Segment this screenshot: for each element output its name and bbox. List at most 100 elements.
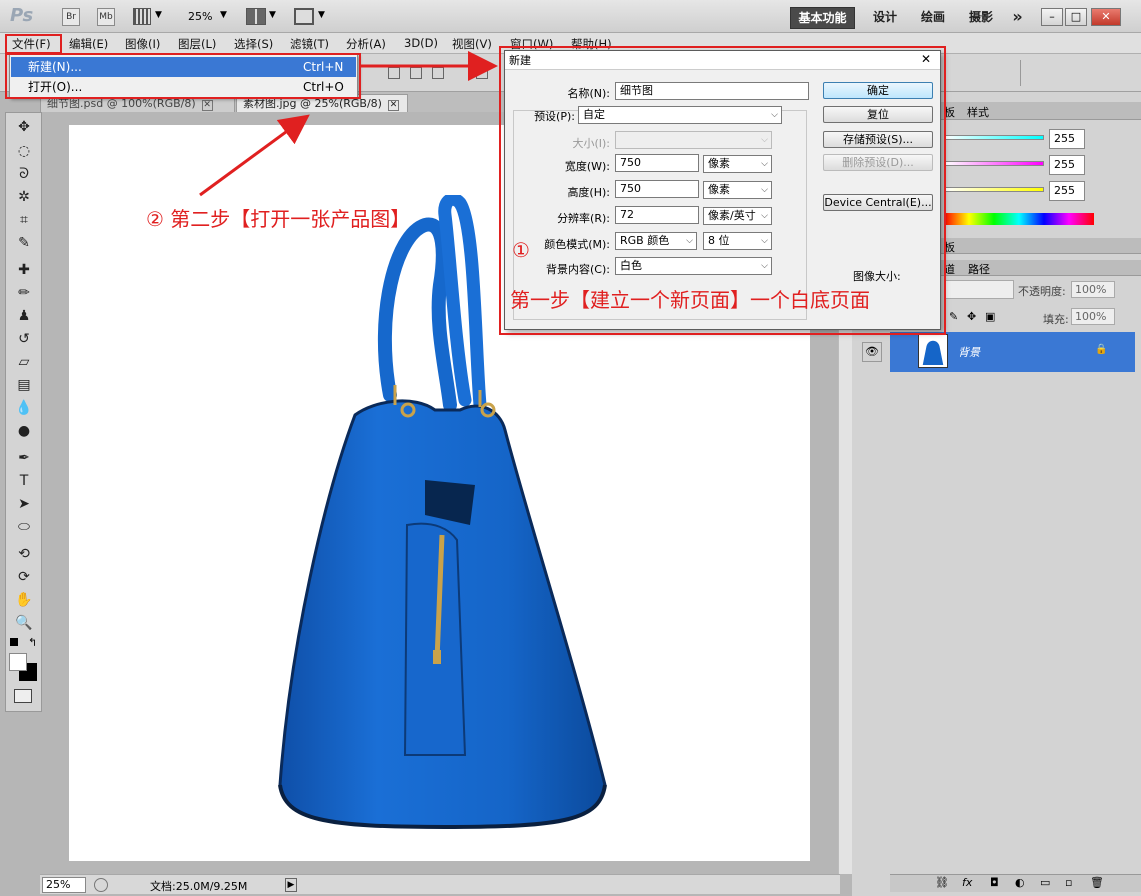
screen-mode-icon[interactable]: [294, 8, 314, 25]
tab-styles[interactable]: 样式: [967, 104, 989, 120]
menu-edit[interactable]: 编辑(E): [69, 36, 108, 52]
eyedropper-tool-icon[interactable]: ✎: [12, 232, 36, 254]
crop-tool-icon[interactable]: ⌗: [12, 209, 36, 231]
blue-slider[interactable]: [944, 187, 1044, 192]
menu-view[interactable]: 视图(V): [452, 36, 492, 52]
close-window-button[interactable]: ✕: [1091, 8, 1121, 26]
lock-brush-icon[interactable]: ✎: [949, 310, 958, 323]
menu-image[interactable]: 图像(I): [125, 36, 160, 52]
title-bar: Ps Br Mb ▼ 25% ▼ ▼ ▼ 基本功能 设计 绘画 摄影 » – □…: [0, 0, 1141, 33]
quick-mask-icon[interactable]: [14, 689, 32, 703]
layer-thumbnail: [918, 334, 948, 368]
blur-tool-icon[interactable]: 💧: [12, 397, 36, 419]
ellipse-tool-icon[interactable]: ⬭: [12, 516, 36, 538]
blue-value[interactable]: 255: [1049, 181, 1085, 201]
workspace-design[interactable]: 设计: [865, 7, 905, 29]
color-spectrum[interactable]: [944, 213, 1094, 225]
swap-colors-icon[interactable]: ↰: [28, 636, 37, 649]
trash-icon[interactable]: 🗑: [1090, 876, 1104, 889]
status-menu-arrow-icon[interactable]: ▶: [285, 878, 297, 892]
mini-bridge-button[interactable]: Mb: [97, 8, 115, 26]
chevron-down-icon[interactable]: ▼: [220, 10, 227, 20]
green-slider[interactable]: [944, 161, 1044, 166]
gradient-tool-icon[interactable]: ▤: [12, 374, 36, 396]
red-value[interactable]: 255: [1049, 129, 1085, 149]
menu-select[interactable]: 选择(S): [234, 36, 273, 52]
dodge-tool-icon[interactable]: ●: [12, 420, 36, 442]
fill-field[interactable]: 100%: [1071, 308, 1115, 325]
align-icon[interactable]: [388, 67, 400, 79]
menu-filter[interactable]: 滤镜(T): [290, 36, 329, 52]
align-icon[interactable]: [432, 67, 444, 79]
3d-orbit-tool-icon[interactable]: ⟳: [12, 566, 36, 588]
green-value[interactable]: 255: [1049, 155, 1085, 175]
3d-rotate-tool-icon[interactable]: ⟲: [12, 543, 36, 565]
status-bar: 25% 文档:25.0M/9.25M ▶: [40, 874, 840, 894]
blend-mode-select[interactable]: [944, 280, 1014, 299]
history-brush-tool-icon[interactable]: ↺: [12, 328, 36, 350]
zoom-level-select[interactable]: 25%: [188, 10, 212, 23]
zoom-tool-icon[interactable]: 🔍: [12, 612, 36, 634]
maximize-button[interactable]: □: [1065, 8, 1087, 26]
opacity-label: 不透明度:: [1018, 285, 1066, 298]
fill-label: 填充:: [1043, 313, 1069, 326]
layer-name: 背景: [958, 346, 980, 359]
bridge-button[interactable]: Br: [62, 8, 80, 26]
menu-3d[interactable]: 3D(D): [404, 36, 438, 50]
zoom-field[interactable]: 25%: [42, 877, 86, 893]
foreground-color-swatch[interactable]: [9, 653, 27, 671]
type-tool-icon[interactable]: T: [12, 470, 36, 492]
status-info-icon[interactable]: [94, 878, 108, 892]
step2-annotation: ② 第二步【打开一张产品图】: [146, 207, 411, 231]
adjustment-layer-icon[interactable]: ◐: [1015, 876, 1025, 889]
file-menu-items-highlight: [5, 53, 361, 99]
chevron-down-icon[interactable]: ▼: [318, 10, 325, 20]
default-colors-icon[interactable]: [10, 638, 18, 646]
minimize-button[interactable]: –: [1041, 8, 1063, 26]
move-tool-icon[interactable]: ✥: [12, 116, 36, 138]
fx-icon[interactable]: fx: [962, 876, 972, 889]
arrange-documents-icon[interactable]: [246, 8, 266, 25]
visibility-eye-icon[interactable]: 👁: [862, 342, 882, 362]
align-icon[interactable]: [410, 67, 422, 79]
eraser-tool-icon[interactable]: ▱: [12, 351, 36, 373]
workspace-painting[interactable]: 绘画: [913, 7, 953, 29]
healing-brush-tool-icon[interactable]: ✚: [12, 259, 36, 281]
file-menu-highlight: [5, 34, 62, 54]
view-extras-icon[interactable]: [133, 8, 151, 25]
pen-tool-icon[interactable]: ✒: [12, 447, 36, 469]
step1-circle: ①: [512, 238, 530, 262]
layer-row-background[interactable]: 👁 背景 🔒: [862, 332, 1135, 372]
add-mask-icon[interactable]: ◘: [990, 876, 999, 889]
workspace-essentials[interactable]: 基本功能: [790, 7, 855, 29]
menu-layer[interactable]: 图层(L): [178, 36, 216, 52]
quick-select-tool-icon[interactable]: ✲: [12, 186, 36, 208]
more-workspaces-icon[interactable]: »: [1005, 7, 1030, 29]
workspace-photography[interactable]: 摄影: [961, 7, 1001, 29]
hand-tool-icon[interactable]: ✋: [12, 589, 36, 611]
group-icon[interactable]: ▭: [1040, 876, 1050, 889]
tab-paths[interactable]: 路径: [968, 261, 990, 277]
link-layers-icon[interactable]: ⛓: [935, 876, 949, 889]
lock-all-icon[interactable]: ▣: [985, 310, 995, 323]
close-icon[interactable]: ✕: [201, 100, 213, 111]
toolbox: ✥ ◌ ᘐ ✲ ⌗ ✎ ✚ ✏ ♟ ↺ ▱ ▤ 💧 ● ✒ T ➤ ⬭ ⟲ ⟳ …: [5, 112, 42, 712]
layer-lock-icon: 🔒: [1095, 344, 1108, 355]
red-slider[interactable]: [944, 135, 1044, 140]
lock-move-icon[interactable]: ✥: [967, 310, 976, 323]
separator: [1020, 60, 1021, 86]
new-layer-icon[interactable]: ▫: [1065, 876, 1072, 889]
layers-footer: ⛓ fx ◘ ◐ ▭ ▫ 🗑: [890, 874, 1141, 892]
lasso-tool-icon[interactable]: ᘐ: [12, 163, 36, 185]
marquee-tool-icon[interactable]: ◌: [12, 140, 36, 162]
photoshop-logo: Ps: [10, 5, 34, 26]
menu-analysis[interactable]: 分析(A): [346, 36, 386, 52]
path-selection-tool-icon[interactable]: ➤: [12, 493, 36, 515]
brush-tool-icon[interactable]: ✏: [12, 282, 36, 304]
chevron-down-icon[interactable]: ▼: [155, 10, 162, 20]
opacity-field[interactable]: 100%: [1071, 281, 1115, 298]
close-icon[interactable]: ✕: [387, 100, 399, 111]
stamp-tool-icon[interactable]: ♟: [12, 305, 36, 327]
chevron-down-icon[interactable]: ▼: [269, 10, 276, 20]
distribute-icon[interactable]: [476, 67, 488, 79]
